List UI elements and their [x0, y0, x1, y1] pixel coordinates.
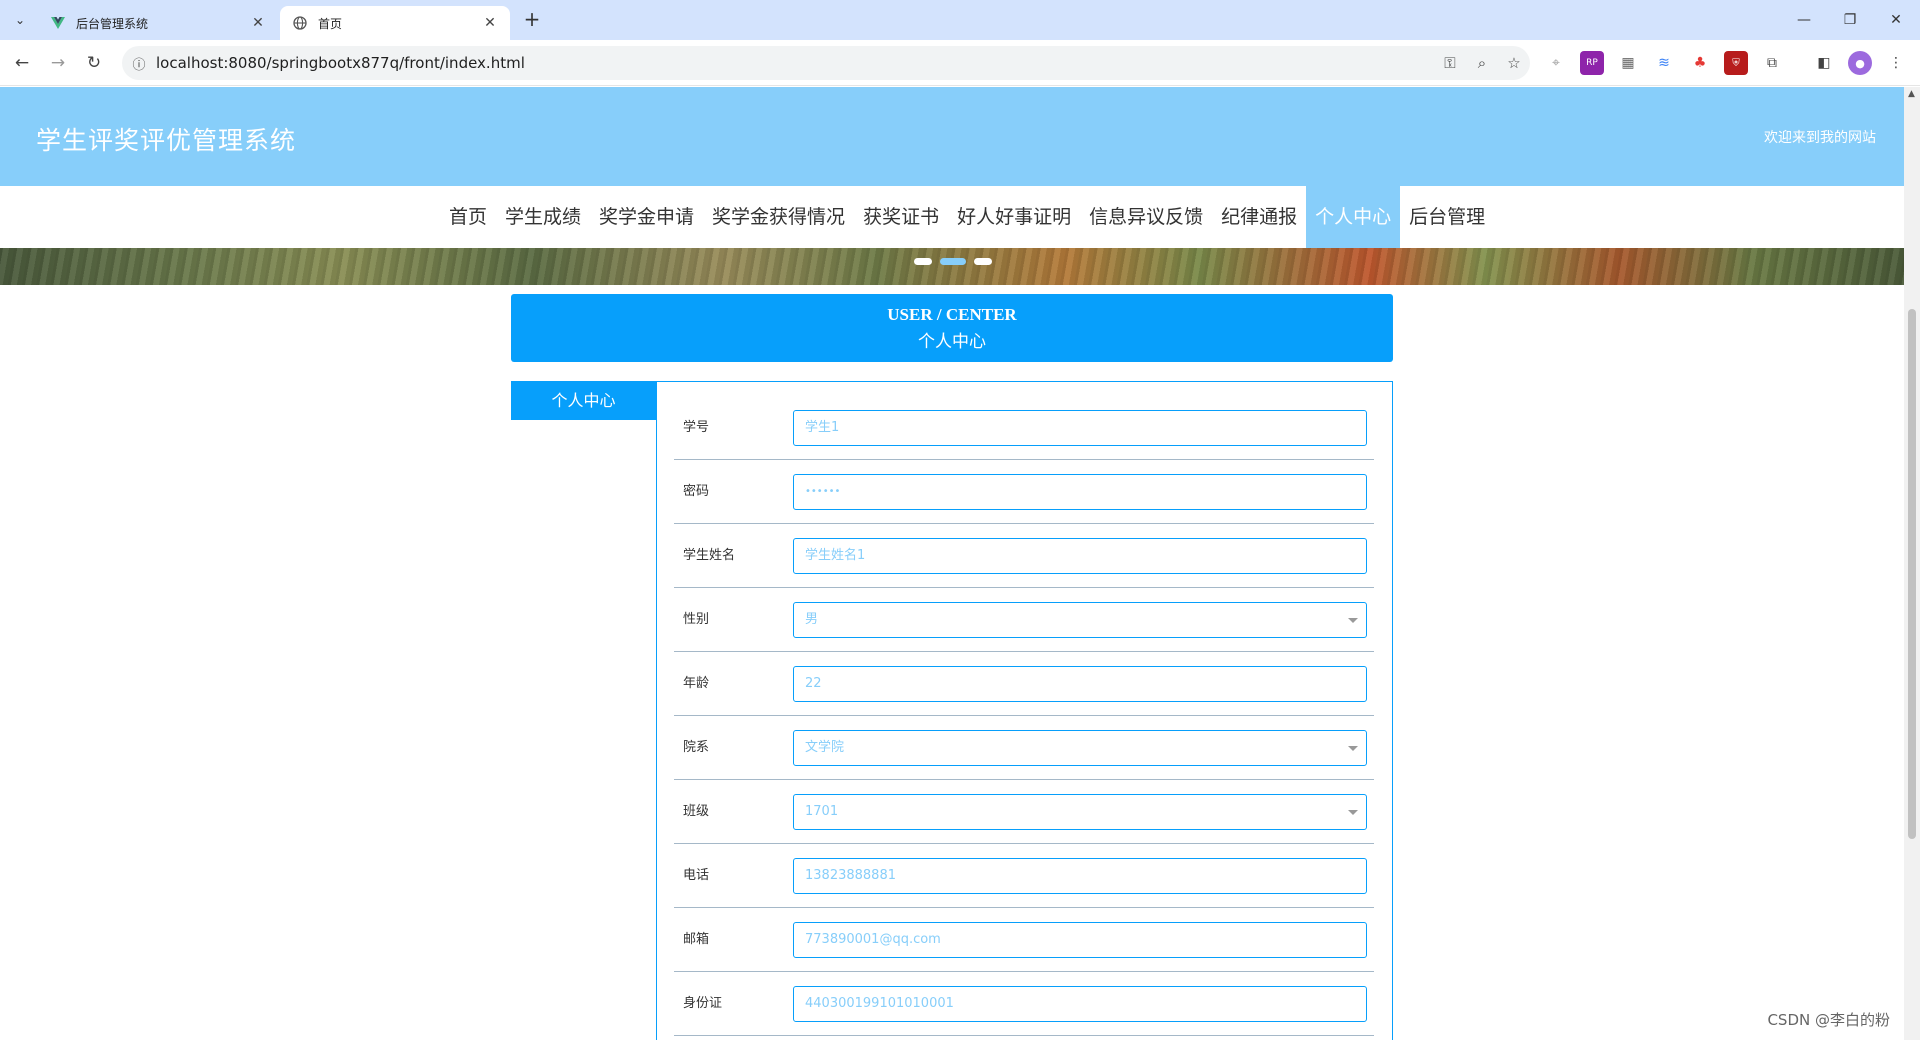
restore-icon[interactable]: ❐ — [1826, 0, 1874, 40]
tab-search-chevron-icon[interactable]: ⌄ — [8, 8, 32, 32]
nav-item-good-deeds[interactable]: 好人好事证明 — [948, 186, 1080, 248]
minimize-icon[interactable]: — — [1780, 0, 1828, 40]
field-label: 院系 — [683, 740, 710, 755]
chevron-down-icon — [1348, 618, 1358, 623]
window-close-icon[interactable]: ✕ — [1872, 0, 1920, 40]
browser-tab-home[interactable]: 首页 ✕ — [280, 6, 510, 40]
profile-avatar-icon[interactable]: ● — [1848, 51, 1872, 75]
extensions-puzzle-icon[interactable]: ⧉ — [1760, 51, 1784, 75]
form-row-gender: 性别 男 — [674, 588, 1374, 652]
banner-carousel — [0, 248, 1904, 285]
address-bar[interactable]: ⓘ localhost:8080/springbootx877q/front/i… — [122, 46, 1530, 80]
tab-close-icon[interactable]: ✕ — [250, 15, 266, 31]
form-row-password: 密码 •••••• — [674, 460, 1374, 524]
scrollbar-thumb[interactable] — [1908, 309, 1916, 839]
profile-form: 学号 学生1 密码 •••••• 学生姓名 学生姓名1 性别 男 年龄 22 院… — [656, 381, 1393, 1040]
student-id-input[interactable]: 学生1 — [793, 410, 1367, 446]
browser-menu-icon[interactable]: ⋮ — [1884, 51, 1908, 75]
student-name-input[interactable]: 学生姓名1 — [793, 538, 1367, 574]
main-nav: 首页 学生成绩 奖学金申请 奖学金获得情况 获奖证书 好人好事证明 信息异议反馈… — [0, 186, 1904, 248]
extension-cursor-icon[interactable]: ⌖ — [1544, 51, 1568, 75]
new-tab-icon[interactable]: + — [520, 8, 544, 32]
form-row-email: 邮箱 773890001@qq.com — [674, 908, 1374, 972]
sidebar-item-user-center[interactable]: 个人中心 — [511, 381, 656, 420]
site-title: 学生评奖评优管理系统 — [36, 126, 297, 155]
nav-item-certificates[interactable]: 获奖证书 — [854, 186, 948, 248]
class-select[interactable]: 1701 — [793, 794, 1367, 830]
field-label: 密码 — [683, 484, 710, 499]
browser-toolbar: ← → ↻ ⓘ localhost:8080/springbootx877q/f… — [0, 40, 1920, 86]
select-value: 文学院 — [805, 740, 845, 755]
gender-select[interactable]: 男 — [793, 602, 1367, 638]
nav-item-scores[interactable]: 学生成绩 — [496, 186, 590, 248]
nav-item-discipline[interactable]: 纪律通报 — [1212, 186, 1306, 248]
form-row-id-card: 身份证 440300199101010001 — [674, 972, 1374, 1036]
carousel-dot-active[interactable] — [940, 258, 966, 265]
chevron-down-icon — [1348, 810, 1358, 815]
nav-item-scholarship-awarded[interactable]: 奖学金获得情况 — [703, 186, 854, 248]
form-row-age: 年龄 22 — [674, 652, 1374, 716]
tab-close-icon[interactable]: ✕ — [482, 15, 498, 31]
field-label: 性别 — [683, 612, 710, 627]
side-panel-icon[interactable]: ◧ — [1812, 51, 1836, 75]
scroll-up-arrow-icon[interactable]: ▲ — [1908, 89, 1915, 99]
carousel-indicators — [914, 258, 992, 265]
forward-arrow-icon[interactable]: → — [44, 49, 72, 77]
bookmark-star-icon[interactable]: ☆ — [1498, 54, 1530, 72]
extension-ublock-icon[interactable]: ⛨ — [1724, 51, 1748, 75]
nav-item-scholarship-apply[interactable]: 奖学金申请 — [590, 186, 703, 248]
form-row-student-id: 学号 学生1 — [674, 396, 1374, 460]
age-input[interactable]: 22 — [793, 666, 1367, 702]
field-label: 电话 — [683, 868, 710, 883]
email-input[interactable]: 773890001@qq.com — [793, 922, 1367, 958]
page-scrollbar[interactable]: ▲ — [1904, 87, 1920, 1040]
extension-tree-icon[interactable]: ♣ — [1688, 51, 1712, 75]
extension-store-icon[interactable]: ▦ — [1616, 51, 1640, 75]
select-value: 男 — [805, 612, 819, 627]
field-label: 学生姓名 — [683, 548, 736, 563]
field-label: 学号 — [683, 420, 710, 435]
phone-input[interactable]: 13823888881 — [793, 858, 1367, 894]
password-input[interactable]: •••••• — [793, 474, 1367, 510]
form-row-phone: 电话 13823888881 — [674, 844, 1374, 908]
csdn-watermark: CSDN @李白的粉 — [1767, 1011, 1890, 1029]
field-label: 年龄 — [683, 676, 710, 691]
section-title-box: USER / CENTER 个人中心 — [511, 294, 1393, 362]
chevron-down-icon — [1348, 746, 1358, 751]
carousel-dot[interactable] — [974, 258, 992, 265]
department-select[interactable]: 文学院 — [793, 730, 1367, 766]
welcome-text: 欢迎来到我的网站 — [1764, 130, 1876, 146]
site-header: 学生评奖评优管理系统 欢迎来到我的网站 — [0, 87, 1904, 186]
reload-icon[interactable]: ↻ — [80, 49, 108, 77]
section-title-cn: 个人中心 — [918, 332, 986, 351]
id-card-input[interactable]: 440300199101010001 — [793, 986, 1367, 1022]
field-label: 邮箱 — [683, 932, 710, 947]
globe-icon — [292, 15, 308, 31]
section-title-en: USER / CENTER — [887, 305, 1017, 324]
extension-rp-icon[interactable]: RP — [1580, 51, 1604, 75]
tab-title: 后台管理系统 — [76, 16, 149, 31]
carousel-dot[interactable] — [914, 258, 932, 265]
form-row-department: 院系 文学院 — [674, 716, 1374, 780]
select-value: 1701 — [805, 804, 839, 819]
nav-item-home[interactable]: 首页 — [440, 186, 496, 248]
zoom-icon[interactable]: ⌕ — [1466, 54, 1498, 72]
nav-item-user-center[interactable]: 个人中心 — [1306, 186, 1401, 248]
field-label: 班级 — [683, 804, 710, 819]
back-arrow-icon[interactable]: ← — [8, 49, 36, 77]
page-viewport: 学生评奖评优管理系统 欢迎来到我的网站 首页 学生成绩 奖学金申请 奖学金获得情… — [0, 87, 1904, 1040]
form-row-student-name: 学生姓名 学生姓名1 — [674, 524, 1374, 588]
vue-logo-icon — [50, 15, 66, 31]
extension-layers-icon[interactable]: ≋ — [1652, 51, 1676, 75]
form-row-class: 班级 1701 — [674, 780, 1374, 844]
nav-item-feedback[interactable]: 信息异议反馈 — [1080, 186, 1212, 248]
tab-title: 首页 — [318, 16, 343, 31]
browser-tab-bar: ⌄ 后台管理系统 ✕ 首页 ✕ + — ❐ ✕ — [0, 0, 1920, 40]
url-text[interactable]: localhost:8080/springbootx877q/front/ind… — [156, 54, 1434, 72]
field-label: 身份证 — [683, 996, 723, 1011]
site-info-icon[interactable]: ⓘ — [122, 54, 156, 73]
browser-tab-admin[interactable]: 后台管理系统 ✕ — [38, 6, 278, 40]
nav-item-admin[interactable]: 后台管理 — [1400, 186, 1494, 248]
password-key-icon[interactable]: ⚿ — [1434, 54, 1466, 72]
